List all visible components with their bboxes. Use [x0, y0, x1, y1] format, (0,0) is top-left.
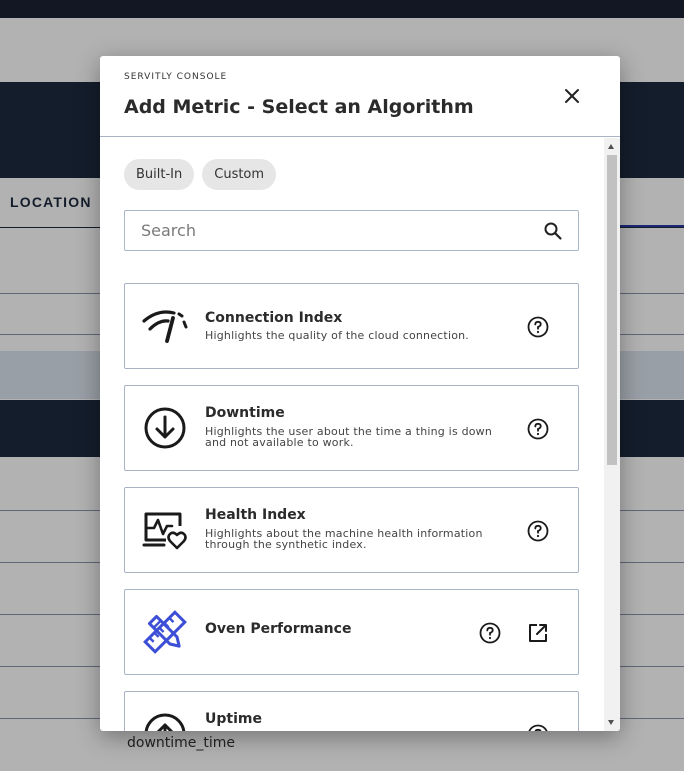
algorithm-title: Connection Index — [205, 310, 343, 326]
dialog-header: SERVITLY CONSOLE Add Metric - Select an … — [100, 56, 620, 137]
scroll-down-arrow-icon[interactable] — [608, 720, 614, 725]
algorithm-description: Highlights about the machine health info… — [205, 527, 483, 551]
dialog-title: Add Metric - Select an Algorithm — [124, 96, 474, 118]
close-icon — [565, 89, 579, 103]
algorithm-description: Highlights the quality of the cloud conn… — [205, 329, 470, 342]
algorithm-card-oven-performance[interactable]: Oven Performance — [124, 589, 579, 675]
app-name: SERVITLY CONSOLE — [124, 72, 228, 82]
vertical-scrollbar[interactable] — [604, 138, 620, 731]
algorithm-card-downtime[interactable]: Downtime Highlights the user about the t… — [124, 385, 579, 471]
algorithm-title: Oven Performance — [205, 621, 352, 637]
add-metric-dialog: SERVITLY CONSOLE Add Metric - Select an … — [100, 56, 620, 731]
algorithm-title: Uptime — [205, 711, 262, 727]
help-icon[interactable] — [526, 315, 550, 339]
search-box — [124, 210, 579, 251]
arrow-up-circle-icon — [141, 712, 189, 731]
algorithm-description: Highlights the user about the time a thi… — [205, 425, 493, 449]
help-icon[interactable] — [478, 621, 502, 645]
algorithm-title: Downtime — [205, 405, 285, 421]
algorithm-card-uptime[interactable]: Uptime — [124, 691, 579, 731]
arrow-down-circle-icon — [141, 406, 189, 450]
dialog-body: Built-In Custom Connection Index — [100, 138, 620, 731]
filter-chip-custom[interactable]: Custom — [202, 159, 277, 190]
filter-chip-built-in[interactable]: Built-In — [124, 159, 195, 190]
search-input[interactable] — [125, 211, 525, 250]
algorithm-title: Health Index — [205, 507, 306, 523]
algorithm-card-connection-index[interactable]: Connection Index Highlights the quality … — [124, 283, 579, 369]
ruler-pencil-icon — [141, 610, 189, 654]
algorithm-card-health-index[interactable]: Health Index Highlights about the machin… — [124, 487, 579, 573]
health-monitor-icon — [141, 508, 189, 552]
algorithm-filter-chips: Built-In Custom — [124, 159, 277, 190]
scrollbar-thumb[interactable] — [607, 155, 617, 465]
help-icon[interactable] — [526, 723, 550, 731]
help-icon[interactable] — [526, 519, 550, 543]
scroll-up-arrow-icon[interactable] — [608, 144, 614, 149]
search-icon[interactable] — [543, 221, 563, 241]
open-external-icon[interactable] — [526, 621, 550, 645]
close-button[interactable] — [558, 82, 586, 110]
help-icon[interactable] — [526, 417, 550, 441]
signal-icon — [141, 304, 189, 348]
